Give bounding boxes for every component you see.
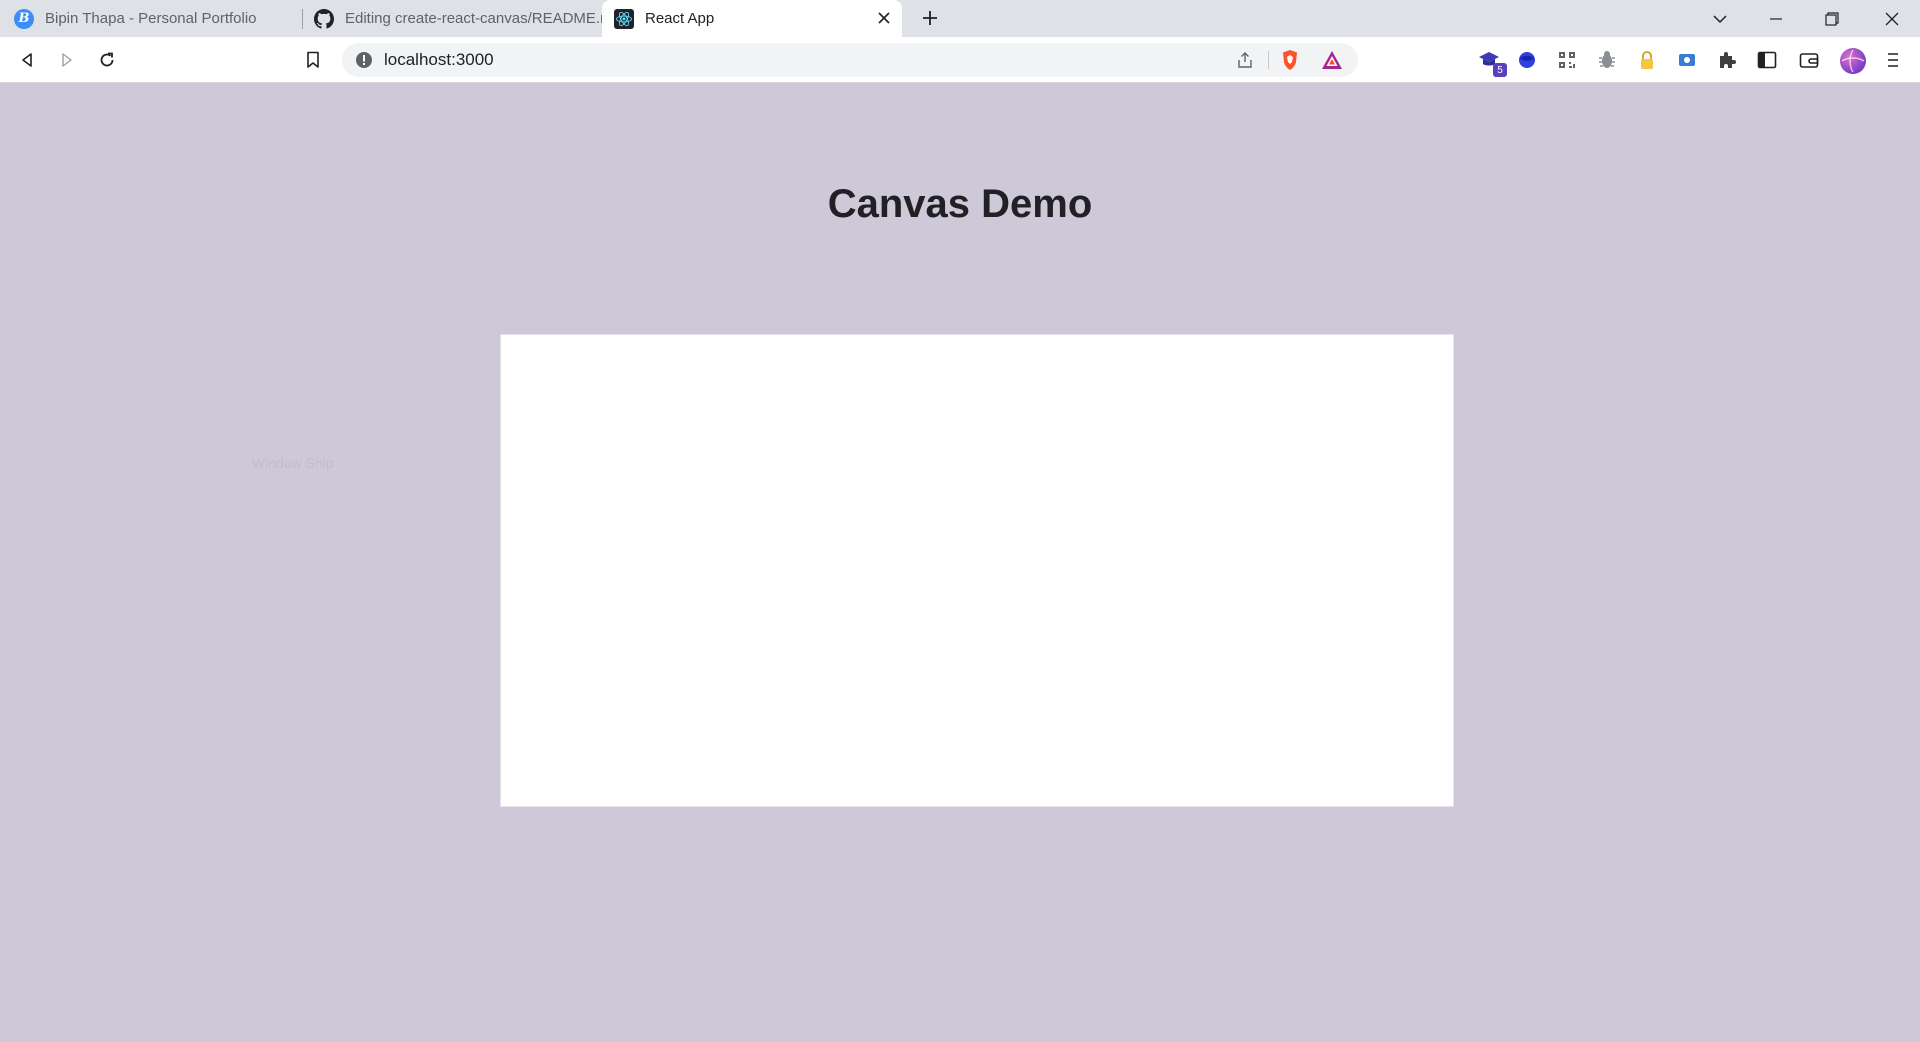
menu-icon[interactable] (1880, 47, 1906, 73)
page-viewport: Canvas Demo Window Snip (0, 84, 1920, 1042)
profile-avatar[interactable] (1840, 48, 1866, 74)
tab-strip: B Bipin Thapa - Personal Portfolio Editi… (0, 0, 1920, 37)
share-icon[interactable] (1232, 47, 1258, 73)
extension-bug-icon[interactable] (1594, 47, 1620, 73)
window-snip-overlay-text: Window Snip (252, 455, 334, 471)
extension-blue-orb-icon[interactable] (1514, 47, 1540, 73)
forward-button[interactable] (54, 47, 80, 73)
close-window-button[interactable] (1864, 0, 1920, 37)
browser-toolbar: localhost:3000 5 (0, 37, 1920, 83)
extension-badge: 5 (1493, 63, 1507, 77)
tab-portfolio[interactable]: B Bipin Thapa - Personal Portfolio (0, 0, 302, 37)
extension-graduation-cap-icon[interactable]: 5 (1476, 47, 1507, 77)
extension-screen-capture-icon[interactable] (1674, 47, 1700, 73)
page-title: Canvas Demo (827, 182, 1093, 226)
close-tab-icon[interactable] (874, 8, 894, 28)
info-icon[interactable] (354, 50, 374, 70)
bookmark-icon[interactable] (300, 47, 326, 73)
tab-title: React App (645, 10, 715, 27)
react-icon (614, 8, 634, 29)
restore-button[interactable] (1804, 0, 1860, 37)
sidebar-toggle-icon[interactable] (1754, 47, 1780, 73)
extensions-puzzle-icon[interactable] (1714, 47, 1740, 73)
back-button[interactable] (14, 47, 40, 73)
new-tab-button[interactable] (918, 6, 942, 30)
address-bar[interactable]: localhost:3000 (342, 43, 1358, 77)
tab-title: Bipin Thapa - Personal Portfolio (45, 10, 257, 27)
bipin-b-favicon: B (14, 8, 34, 29)
brave-shields-icon[interactable] (1277, 47, 1303, 73)
url-text: localhost:3000 (384, 50, 494, 69)
tab-title: Editing create-react-canvas/README.md (345, 10, 602, 27)
tab-github-readme[interactable]: Editing create-react-canvas/README.md (302, 0, 602, 37)
brave-rewards-icon[interactable] (1319, 47, 1345, 73)
address-divider (1268, 51, 1269, 69)
tab-react-app[interactable]: React App (602, 0, 902, 37)
minimize-button[interactable] (1748, 0, 1804, 37)
drawing-canvas[interactable] (500, 334, 1454, 807)
extension-lock-icon[interactable] (1634, 47, 1660, 73)
wallet-icon[interactable] (1796, 47, 1822, 73)
extension-qr-code-icon[interactable] (1554, 47, 1580, 73)
reload-button[interactable] (94, 47, 120, 73)
tab-search-chevron-icon[interactable] (1692, 0, 1748, 37)
github-icon (314, 8, 334, 29)
